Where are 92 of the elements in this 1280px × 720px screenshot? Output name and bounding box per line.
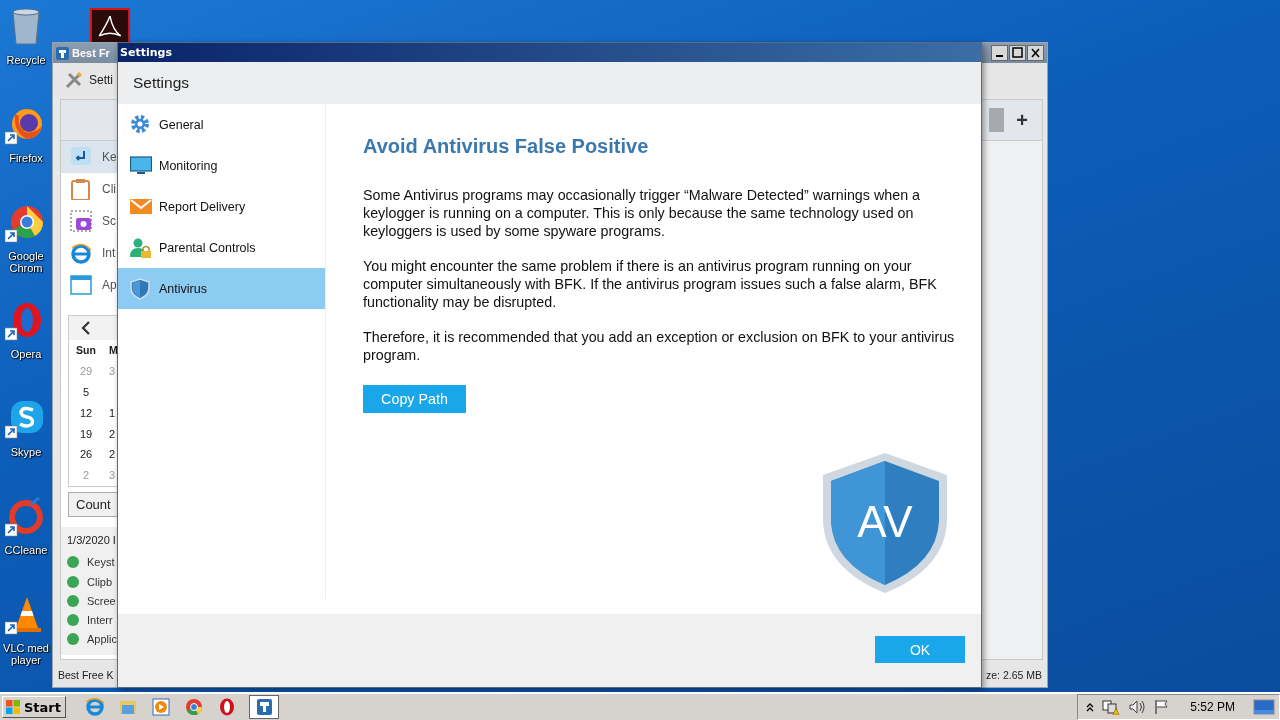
nav-label[interactable]: Parental Controls xyxy=(159,240,256,255)
nav-item[interactable]: Parental Controls xyxy=(118,227,325,268)
desktop-icon-label[interactable]: Skype xyxy=(0,446,52,458)
desktop-icon-label[interactable]: Firefox xyxy=(0,152,52,164)
shield-icon xyxy=(130,277,152,300)
sidebar-label[interactable]: Ke xyxy=(102,150,117,164)
opera-icon xyxy=(217,697,237,717)
calendar-day[interactable]: 26 xyxy=(69,448,103,461)
day-header: Sun xyxy=(75,344,97,357)
log-item[interactable]: Scree xyxy=(87,594,116,607)
add-button[interactable]: + xyxy=(1010,108,1034,132)
sidebar-label[interactable]: Cli xyxy=(102,182,116,196)
maximize-icon[interactable] xyxy=(1009,45,1026,61)
status-dot xyxy=(67,614,79,627)
log-item[interactable]: Clipb xyxy=(87,575,113,588)
dialog-header: Settings xyxy=(118,62,981,104)
calendar-day[interactable]: 19 xyxy=(69,427,103,440)
window-icon xyxy=(70,274,92,296)
sidebar-label[interactable]: Sc xyxy=(102,214,116,228)
media-icon xyxy=(151,697,171,717)
sidebar-item[interactable]: Int xyxy=(61,237,118,269)
taskbar-button[interactable] xyxy=(249,695,279,719)
pdf-app-icon[interactable] xyxy=(90,8,130,42)
paragraph: Some Antivirus programs may occasionally trigger “Malware Detected” warnings when a keylogger is running on a computer. This is only because the same technology used on keyloggers is used by some spyware programs. xyxy=(363,186,921,240)
minimize-icon[interactable] xyxy=(991,45,1008,61)
window-title: Settings xyxy=(120,46,172,59)
log-item[interactable]: Applic xyxy=(87,633,117,646)
nav-item[interactable]: General xyxy=(118,104,325,145)
gear-icon xyxy=(130,113,152,136)
window-title: Best Fr xyxy=(72,47,110,59)
log-item[interactable]: Keyst xyxy=(87,556,115,569)
nav-label[interactable]: General xyxy=(159,117,204,132)
flag-icon[interactable] xyxy=(1154,699,1171,715)
ie-icon xyxy=(85,697,105,717)
clock[interactable]: 5:52 PM xyxy=(1190,700,1235,714)
monitor-icon xyxy=(130,154,152,177)
sidebar-item[interactable]: Ap xyxy=(61,269,118,301)
desktop-icon-label[interactable]: CCleane xyxy=(0,544,52,556)
nav-item[interactable]: Antivirus xyxy=(118,268,325,309)
log-item[interactable]: Interr xyxy=(87,614,113,627)
day-header: M xyxy=(108,344,118,357)
desktop-icon-label[interactable]: VLC med player xyxy=(0,642,52,666)
calendar-day[interactable]: 2 xyxy=(103,448,116,461)
nav-item[interactable]: Monitoring xyxy=(118,145,325,186)
app-icon xyxy=(56,46,69,60)
status-dot xyxy=(67,556,79,569)
status-text: Best Free K xyxy=(58,669,114,681)
paragraph: Therefore, it is recommended that you add an exception or exclusion on BFK to your antivirus program. xyxy=(363,328,956,364)
calendar-day[interactable]: 1 xyxy=(103,406,116,419)
toolbar-button[interactable]: Setti xyxy=(89,72,113,87)
bfk-icon xyxy=(254,697,274,717)
tools-icon[interactable] xyxy=(65,70,83,89)
desktop-icon-label[interactable]: Opera xyxy=(0,348,52,360)
shield-label: AV xyxy=(857,497,913,546)
taskbar-button[interactable] xyxy=(84,696,106,718)
status-text: ze: 2.65 MB xyxy=(985,669,1042,681)
person-icon xyxy=(130,236,152,259)
sidebar-item[interactable]: Sc xyxy=(61,205,118,237)
sidebar-item[interactable]: Cli xyxy=(61,173,118,205)
sidebar-item[interactable]: Ke xyxy=(61,141,118,173)
date-label: 1/3/2020 I xyxy=(67,533,117,546)
previous-icon[interactable] xyxy=(81,321,91,335)
paragraph: You might encounter the same problem if there is an antivirus program running on your computer simultaneously with BFK. If the antivirus program issues such a false alarm, BFK functionality may be disrupted. xyxy=(363,257,938,311)
start-button[interactable]: Start xyxy=(2,696,66,718)
nav-label[interactable]: Report Delivery xyxy=(159,199,246,214)
network-warning-icon[interactable] xyxy=(1102,699,1121,715)
volume-icon[interactable] xyxy=(1128,699,1147,715)
status-dot xyxy=(67,633,79,646)
calendar-day[interactable]: 12 xyxy=(69,406,103,419)
section-heading: Avoid Antivirus False Positive xyxy=(363,135,650,158)
desktop-icon-label[interactable]: Recycle xyxy=(0,54,52,66)
camera-icon xyxy=(70,210,92,232)
taskbar-button[interactable] xyxy=(183,696,205,718)
nav-label[interactable]: Antivirus xyxy=(159,281,207,296)
nav-item[interactable]: Report Delivery xyxy=(118,186,325,227)
status-dot xyxy=(67,575,79,588)
windows-logo-icon xyxy=(5,699,21,715)
sidebar-label[interactable]: Int xyxy=(102,246,116,260)
chevron-up-icon[interactable] xyxy=(1086,702,1095,712)
count-button[interactable]: Count xyxy=(68,491,118,517)
taskbar-button[interactable] xyxy=(150,696,172,718)
desktop-icon-label[interactable]: Google Chrom xyxy=(0,250,52,274)
browser-icon xyxy=(70,242,92,264)
nav-label[interactable]: Monitoring xyxy=(159,158,218,173)
chrome-icon xyxy=(184,697,204,717)
close-icon[interactable] xyxy=(1027,45,1044,61)
calendar-day[interactable]: 5 xyxy=(69,386,103,398)
status-dot xyxy=(67,594,79,607)
calendar-day[interactable]: 2 xyxy=(103,427,116,440)
keys-icon xyxy=(70,146,92,168)
sidebar-label[interactable]: Ap xyxy=(102,278,117,292)
clipboard-icon xyxy=(70,178,92,200)
